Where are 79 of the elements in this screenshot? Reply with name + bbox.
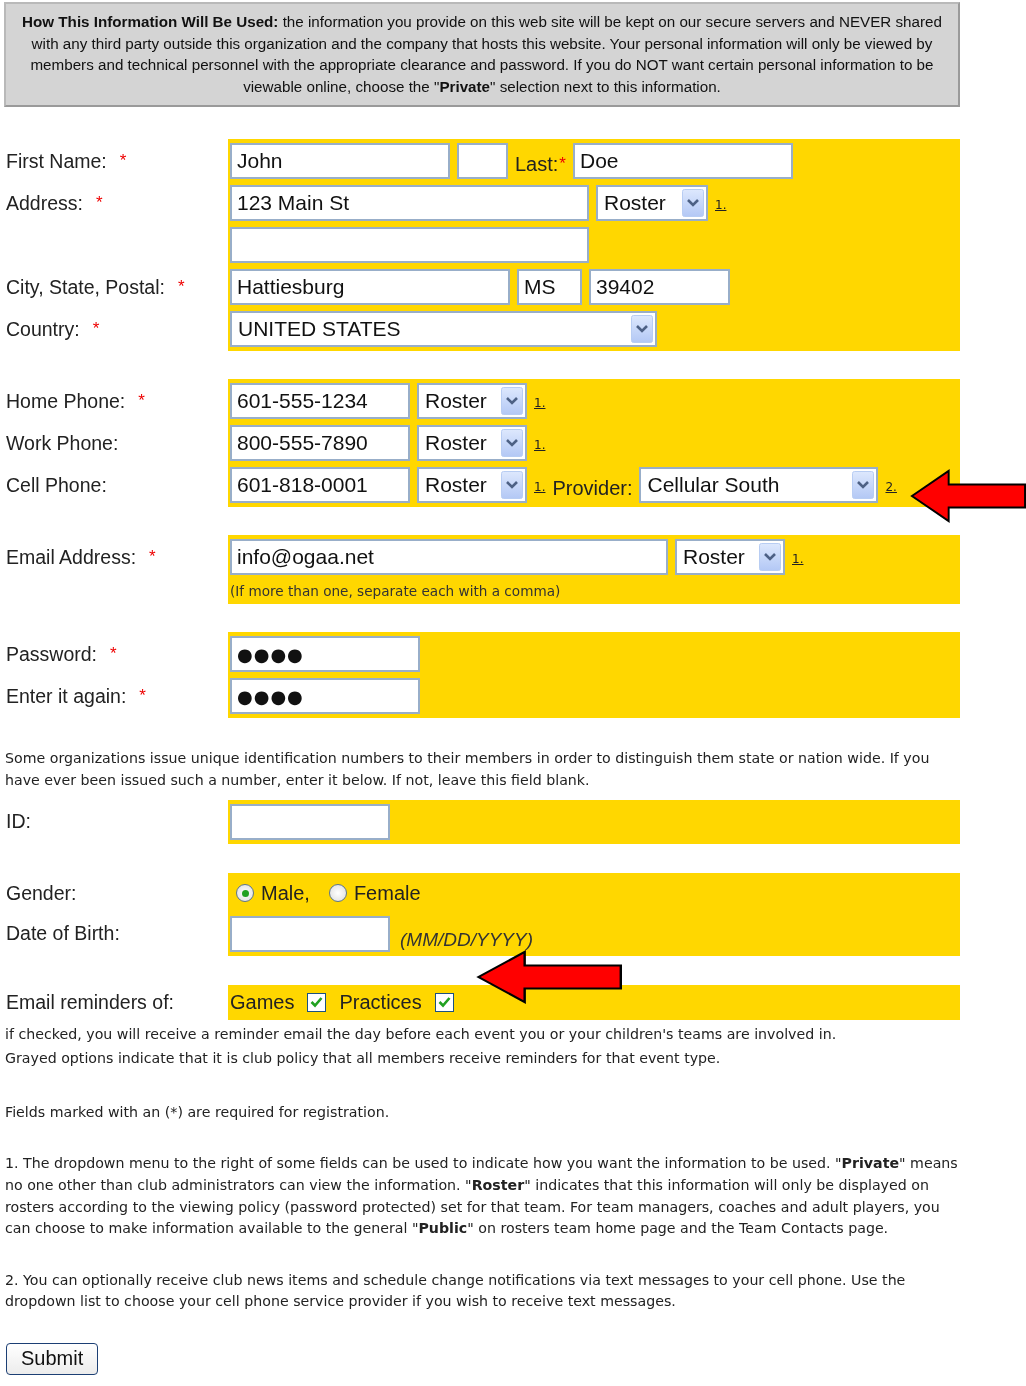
footnote-link[interactable]: 1. — [534, 480, 546, 495]
field-label: Date of Birth: — [6, 922, 120, 946]
paragraph: Fields marked with an (*) are required for registration. — [5, 1102, 391, 1122]
dropdown[interactable]: Roster — [675, 539, 785, 576]
field-label: Country: — [6, 317, 80, 341]
required-mark: * — [149, 547, 156, 568]
radio-label: Female — [353, 881, 421, 905]
dropdown[interactable]: Roster — [417, 383, 527, 420]
paragraph: 1. The dropdown menu to the right of some fields can be used to indicate how you want the information to be used. "Private" means no one other than club administrators can view the information. "Roster" indicates that this information will only be displayed on rosters according to the viewing policy (password protected) set for that team. For team managers, coaches and adult players, you can choose to make information available to the general "Public" on rosters team home page and the Team Contacts page. — [5, 1154, 959, 1239]
submit-button[interactable]: Submit — [6, 1342, 99, 1375]
dropdown[interactable]: Roster — [596, 185, 708, 222]
dropdown[interactable]: Roster — [417, 467, 527, 504]
radio-button[interactable] — [328, 884, 347, 903]
required-mark: * — [95, 193, 103, 214]
dropdown[interactable]: UNITED STATES — [230, 311, 657, 348]
text-field[interactable]: MS — [517, 269, 582, 306]
chevron-down-icon — [501, 471, 523, 500]
field-label: Address: — [6, 191, 83, 215]
field-label: Cell Phone: — [6, 473, 107, 497]
text-field[interactable]: 123 Main St — [230, 185, 589, 222]
field-label: First Name: — [6, 149, 107, 173]
checkbox-label: Games — [230, 990, 295, 1014]
radio-button[interactable] — [236, 884, 254, 903]
required-mark: * — [139, 686, 146, 707]
text-field[interactable] — [230, 915, 390, 952]
field-label: Email reminders of: — [6, 990, 174, 1014]
field-label: Work Phone: — [6, 431, 119, 455]
chevron-down-icon — [631, 315, 653, 344]
required-mark: * — [177, 277, 185, 298]
radio-label: Male, — [261, 881, 310, 905]
text-field[interactable]: 601-555-1234 — [230, 383, 410, 420]
chevron-down-icon — [501, 387, 523, 416]
required-mark: * — [92, 319, 100, 340]
required-mark: * — [110, 644, 117, 665]
text-field[interactable] — [457, 143, 508, 180]
required-mark: * — [559, 154, 566, 175]
field-label: Email Address: — [6, 545, 137, 569]
text-field[interactable]: John — [230, 143, 450, 180]
chevron-down-icon — [759, 543, 781, 572]
text-field[interactable] — [230, 227, 589, 264]
paragraph: Grayed options indicate that it is club policy that all members receive reminders for that event type. — [5, 1049, 722, 1069]
chevron-down-icon — [852, 471, 875, 500]
footnote-link[interactable]: 1. — [792, 552, 804, 567]
text-field[interactable]: Hattiesburg — [230, 269, 510, 306]
text-field[interactable]: 800-555-7890 — [230, 425, 410, 462]
password-field[interactable]: ●●●● — [230, 678, 420, 715]
footnote-link[interactable]: 1. — [534, 396, 546, 411]
field-label: Last: — [515, 152, 559, 176]
chevron-down-icon — [501, 429, 523, 458]
checkbox-label: Practices — [339, 990, 422, 1014]
paragraph: Some organizations issue unique identification numbers to their members in order to distinguish them state or nation wide. If you have ever been issued such a number, enter it below. If not, leave this field blank. — [5, 749, 931, 790]
dropdown[interactable]: Cellular South — [639, 467, 879, 504]
field-label: Provider: — [552, 476, 633, 500]
required-mark: * — [138, 391, 145, 412]
footnote-link[interactable]: 1. — [534, 438, 546, 453]
paragraph: if checked, you will receive a reminder email the day before each event you or your children's teams are involved in. — [5, 1024, 838, 1044]
information-notice: How This Information Will Be Used: the information you provide on this web site will be kept on our secure servers and NEVER shared with any third party outside this organization and the company that hosts this website. Your personal information will only be viewed by members and technical personnel with the appropriate clearance and password. If you do NOT want certain personal information to be viewable online, choose the "Private" selection next to this information. — [4, 2, 960, 108]
field-label: Password: — [6, 642, 98, 666]
dropdown[interactable]: Roster — [417, 425, 527, 462]
field-label: Enter it again: — [6, 684, 127, 708]
field-label: City, State, Postal: — [6, 275, 165, 299]
text-field[interactable] — [230, 803, 390, 840]
field-label: Home Phone: — [6, 389, 126, 413]
field-label: ID: — [6, 810, 31, 834]
required-mark: * — [119, 151, 127, 172]
footnote-link[interactable]: 1. — [715, 198, 727, 213]
password-field[interactable]: ●●●● — [230, 636, 420, 673]
chevron-down-icon — [682, 189, 704, 218]
text-field[interactable]: 39402 — [589, 269, 730, 306]
field-label: Gender: — [6, 881, 77, 905]
text-field[interactable]: info@ogaa.net — [230, 539, 668, 576]
checkbox[interactable] — [434, 992, 454, 1012]
text-field[interactable]: Doe — [573, 143, 793, 180]
help-text: (If more than one, separate each with a comma) — [230, 582, 561, 599]
format-hint: (MM/DD/YYYY) — [400, 928, 533, 951]
paragraph: 2. You can optionally receive club news items and schedule change notifications via text messages to your cell phone. Use the dropdown list to choose your cell phone service provider if you wish to receive text messages. — [5, 1270, 907, 1312]
text-field[interactable]: 601-818-0001 — [230, 467, 410, 504]
footnote-link[interactable]: 2. — [885, 480, 897, 495]
checkbox[interactable] — [307, 992, 327, 1012]
